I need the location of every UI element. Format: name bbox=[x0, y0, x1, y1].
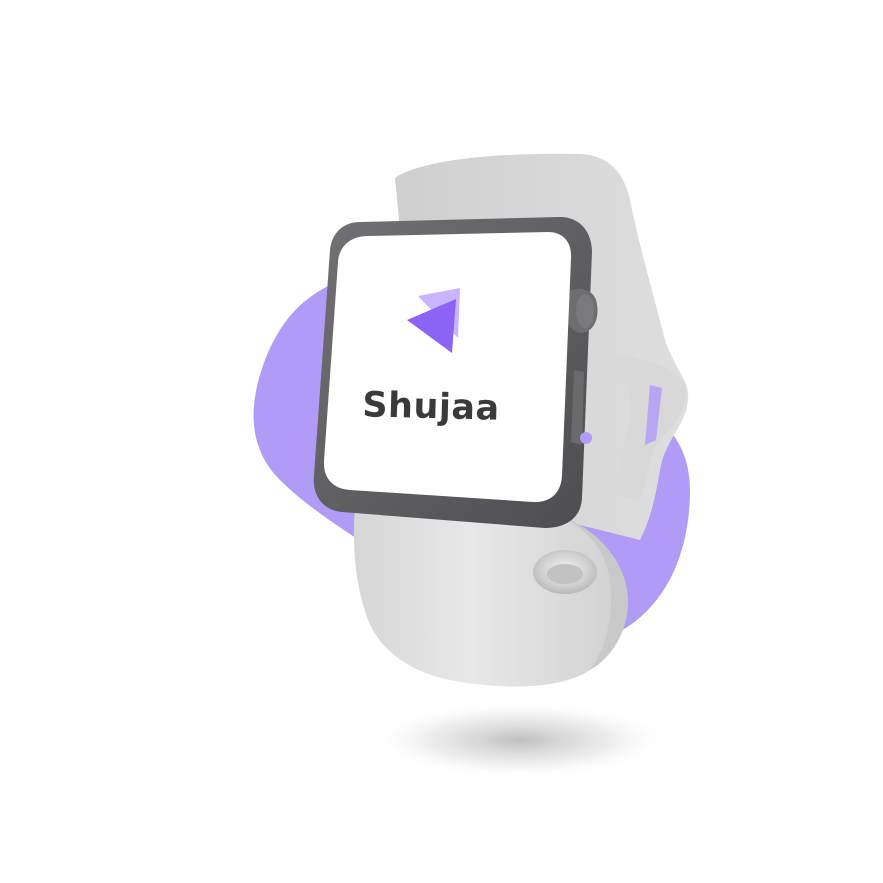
bottom-strap bbox=[353, 505, 615, 687]
watch-mockup: Shujaa bbox=[0, 0, 883, 879]
watch-illustration bbox=[253, 153, 690, 778]
strap-hole-inner bbox=[547, 564, 583, 584]
floor-shadow bbox=[370, 702, 670, 778]
watch-screen bbox=[323, 232, 572, 503]
app-name: Shujaa bbox=[361, 385, 501, 429]
sensor-dot bbox=[580, 432, 592, 444]
digital-crown-face bbox=[576, 294, 594, 328]
